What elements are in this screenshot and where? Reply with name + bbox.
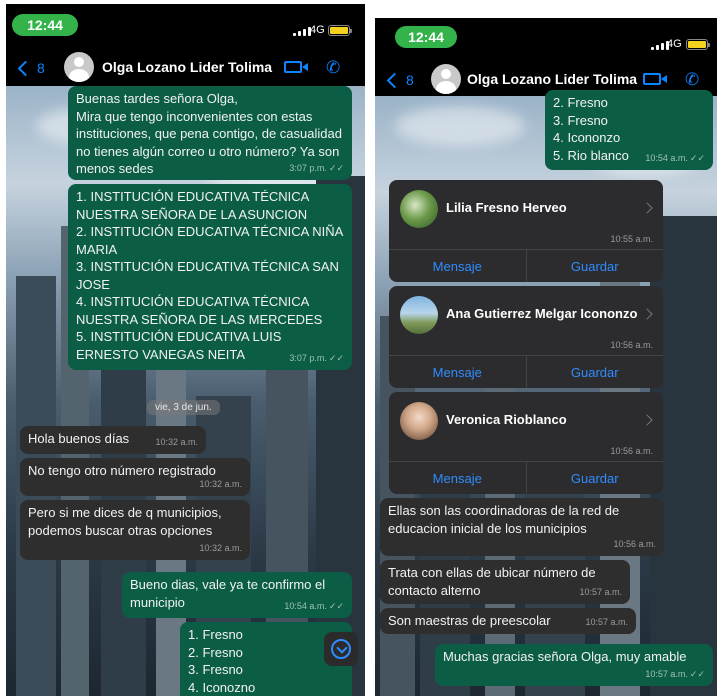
contact-avatar[interactable] xyxy=(431,64,461,94)
message-bubble[interactable]: Son maestras de preescolar 10:57 a.m. xyxy=(380,608,636,634)
battery-icon xyxy=(686,39,710,50)
back-chevron-icon xyxy=(386,72,403,88)
message-meta: 3:07 p.m. ✓✓ xyxy=(289,352,344,363)
message-time: 10:57 a.m. xyxy=(579,586,622,597)
contact-card-avatar xyxy=(400,402,438,440)
contact-card-name: Lilia Fresno Herveo xyxy=(446,200,567,215)
chevron-right-icon xyxy=(641,414,653,426)
contact-avatar[interactable] xyxy=(64,52,94,82)
chevron-right-icon xyxy=(641,202,653,214)
contact-save-button[interactable]: Guardar xyxy=(525,462,664,494)
contact-save-button[interactable]: Guardar xyxy=(525,250,664,282)
message-bubble[interactable]: 2. Fresno 3. Fresno 4. Icononzo 5. Rio b… xyxy=(545,90,713,170)
left-screenshot: 12:44 4G 8 Olga Lozano Lider Tolima ✆ Bu… xyxy=(6,4,365,696)
message-bubble[interactable]: Trata con ellas de ubicar número de cont… xyxy=(380,560,630,604)
contact-name[interactable]: Olga Lozano Lider Tolima xyxy=(467,71,637,87)
message-bubble[interactable]: Muchas gracias señora Olga, muy amable 1… xyxy=(435,644,713,686)
status-bar: 12:44 4G xyxy=(6,4,365,48)
right-screenshot: 12:44 4G 8 Olga Lozano Lider Tolima ✆ 2.… xyxy=(375,18,717,696)
message-bubble[interactable]: Pero si me dices de q municipios, podemo… xyxy=(20,500,250,560)
back-chevron-icon xyxy=(17,60,34,76)
message-text: Ellas son las coordinadoras de la red de… xyxy=(388,503,620,536)
contact-card-time: 10:55 a.m. xyxy=(610,234,653,244)
contact-card-time: 10:56 a.m. xyxy=(610,340,653,350)
video-call-icon[interactable] xyxy=(643,73,667,85)
time-pill: 12:44 xyxy=(12,14,78,36)
message-text: 1. INSTITUCIÓN EDUCATIVA TÉCNICA NUESTRA… xyxy=(76,189,343,362)
message-text: Pero si me dices de q municipios, podemo… xyxy=(28,505,222,538)
contact-card[interactable]: Ana Gutierrez Melgar Icononzo 10:56 a.m.… xyxy=(389,286,663,388)
message-text: 1. Fresno 2. Fresno 3. Fresno 4. Iconozn… xyxy=(188,627,256,695)
contact-card-name: Ana Gutierrez Melgar Icononzo xyxy=(446,306,638,321)
voice-call-icon[interactable]: ✆ xyxy=(326,59,340,76)
video-call-icon[interactable] xyxy=(284,61,308,73)
contact-message-button[interactable]: Mensaje xyxy=(389,356,526,388)
contact-card-avatar xyxy=(400,190,438,228)
message-bubble[interactable]: Hola buenos días 10:32 a.m. xyxy=(20,426,206,454)
chat-header: 8 Olga Lozano Lider Tolima ✆ xyxy=(6,48,365,86)
message-time: 10:56 a.m. xyxy=(613,538,656,549)
time-pill: 12:44 xyxy=(395,26,457,48)
message-time: 10:57 a.m. xyxy=(585,616,628,627)
message-meta: 10:54 a.m. ✓✓ xyxy=(645,152,705,163)
contact-save-button[interactable]: Guardar xyxy=(525,356,664,388)
scroll-down-icon xyxy=(331,639,351,659)
message-bubble[interactable]: 1. INSTITUCIÓN EDUCATIVA TÉCNICA NUESTRA… xyxy=(68,184,352,370)
contact-message-button[interactable]: Mensaje xyxy=(389,250,526,282)
contact-name[interactable]: Olga Lozano Lider Tolima xyxy=(102,59,272,75)
read-ticks-icon: ✓✓ xyxy=(328,162,344,173)
network-label: 4G xyxy=(667,38,682,50)
battery-icon xyxy=(328,25,352,36)
message-meta: 10:57 a.m. ✓✓ xyxy=(645,668,705,679)
back-count: 8 xyxy=(37,60,45,76)
contact-card-name: Veronica Rioblanco xyxy=(446,412,567,427)
contact-card-avatar xyxy=(400,296,438,334)
message-text: Muchas gracias señora Olga, muy amable xyxy=(443,649,687,664)
date-chip: vie, 3 de jun. xyxy=(147,400,220,415)
chevron-right-icon xyxy=(641,308,653,320)
contact-card[interactable]: Veronica Rioblanco 10:56 a.m. Mensaje Gu… xyxy=(389,392,663,494)
message-meta: 10:54 a.m. ✓✓ xyxy=(284,600,344,611)
read-ticks-icon: ✓✓ xyxy=(689,668,705,679)
message-time: 10:32 a.m. xyxy=(199,478,242,489)
contact-card-time: 10:56 a.m. xyxy=(610,446,653,456)
message-bubble[interactable]: Ellas son las coordinadoras de la red de… xyxy=(380,498,664,556)
network-label: 4G xyxy=(310,24,325,36)
message-time: 10:32 a.m. xyxy=(155,436,198,447)
read-ticks-icon: ✓✓ xyxy=(328,600,344,611)
message-time: 10:32 a.m. xyxy=(199,542,242,553)
message-bubble[interactable]: Bueno dias, vale ya te confirmo el munic… xyxy=(122,572,352,618)
scroll-down-button[interactable] xyxy=(324,632,358,666)
back-count: 8 xyxy=(406,72,414,88)
status-bar: 12:44 4G xyxy=(375,18,717,62)
back-button[interactable]: 8 xyxy=(385,72,414,88)
signal-icon xyxy=(293,26,311,36)
message-meta: 3:07 p.m. ✓✓ xyxy=(289,162,344,173)
back-button[interactable]: 8 xyxy=(16,60,45,76)
voice-call-icon[interactable]: ✆ xyxy=(685,71,699,88)
contact-card[interactable]: Lilia Fresno Herveo 10:55 a.m. Mensaje G… xyxy=(389,180,663,282)
read-ticks-icon: ✓✓ xyxy=(328,352,344,363)
message-bubble[interactable]: No tengo otro número registrado 10:32 a.… xyxy=(20,458,250,496)
read-ticks-icon: ✓✓ xyxy=(689,152,705,163)
message-bubble[interactable]: Buenas tardes señora Olga, Mira que teng… xyxy=(68,86,352,180)
contact-message-button[interactable]: Mensaje xyxy=(389,462,526,494)
